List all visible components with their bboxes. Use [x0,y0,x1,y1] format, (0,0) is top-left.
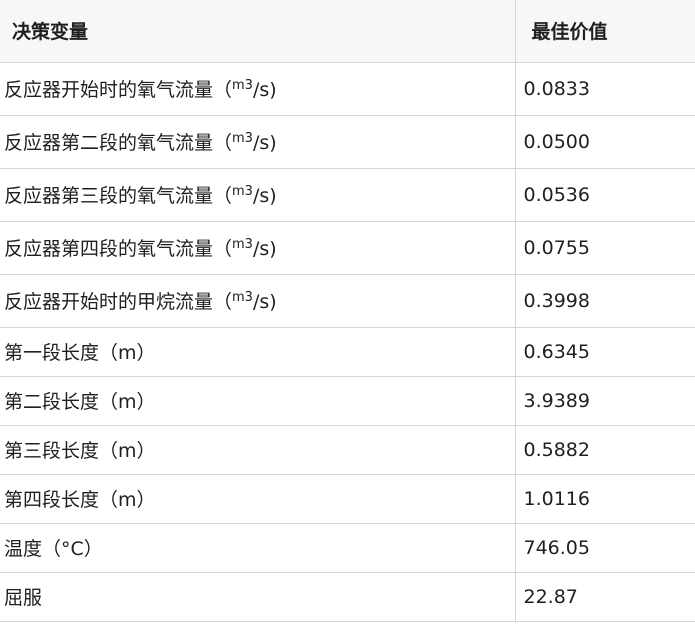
variable-label: 反应器开始时的甲烷流量（ [4,291,233,313]
variable-cell: 反应器第四段的氧气流量（m3/s) [0,221,515,275]
variable-cell: 反应器第三段的氧气流量（m3/s) [0,168,515,222]
header-row: 决策变量 最佳价值 [0,0,695,63]
unit-exponent: m3 [232,78,253,93]
variable-cell: 反应器开始时的氧气流量（m3/s) [0,62,515,116]
variable-cell: 反应器开始时的甲烷流量（m3/s) [0,274,515,328]
table-row: 温度（°C） 746.05 [0,523,695,573]
table-header: 决策变量 最佳价值 [0,0,695,63]
variable-label: 第三段长度（m） [4,440,156,462]
variable-label: 温度（°C） [4,538,103,560]
header-best-value: 最佳价值 [514,0,695,63]
value-cell: 1.0116 [514,474,695,524]
table-row: 第一段长度（m） 0.6345 [0,327,695,377]
variable-unit-suffix: /s) [252,79,277,101]
unit-exponent: m3 [232,184,253,199]
value-cell: 3.9389 [514,376,695,426]
table-row: 第四段长度（m） 1.0116 [0,474,695,524]
value-cell: 0.6345 [514,327,695,377]
variable-cell: 反应器第二段的氧气流量（m3/s) [0,115,515,169]
variable-cell: 温度（°C） [0,523,515,573]
variable-label: 反应器第四段的氧气流量（ [4,238,233,260]
table-row: 第二段长度（m） 3.9389 [0,376,695,426]
variable-cell: 第三段长度（m） [0,425,515,475]
value-cell: 746.05 [514,523,695,573]
variable-label: 屈服 [4,587,43,609]
table-row: 反应器第三段的氧气流量（m3/s) 0.0536 [0,168,695,222]
unit-exponent: m3 [232,131,253,146]
table-row: 反应器开始时的甲烷流量（m3/s) 0.3998 [0,274,695,328]
value-cell: 0.0755 [514,221,695,275]
variable-label: 第一段长度（m） [4,342,156,364]
variable-unit-suffix: /s) [252,238,277,260]
value-cell: 22.87 [514,572,695,622]
variable-cell: 第二段长度（m） [0,376,515,426]
header-decision-variable: 决策变量 [0,0,515,63]
variable-unit-suffix: /s) [252,185,277,207]
variable-label: 反应器第三段的氧气流量（ [4,185,233,207]
variable-label: 反应器第二段的氧气流量（ [4,132,233,154]
variable-label: 反应器开始时的氧气流量（ [4,79,233,101]
variable-cell: 第四段长度（m） [0,474,515,524]
value-cell: 0.0833 [514,62,695,116]
variable-label: 第二段长度（m） [4,391,156,413]
variable-label: 第四段长度（m） [4,489,156,511]
variable-unit-suffix: /s) [252,291,277,313]
value-cell: 0.5882 [514,425,695,475]
table-row: 第三段长度（m） 0.5882 [0,425,695,475]
unit-exponent: m3 [232,290,253,305]
results-table: 决策变量 最佳价值 反应器开始时的氧气流量（m3/s) 0.0833 反应器第二… [0,0,695,622]
table-row: 反应器第二段的氧气流量（m3/s) 0.0500 [0,115,695,169]
table-row: 反应器开始时的氧气流量（m3/s) 0.0833 [0,62,695,116]
table-body: 反应器开始时的氧气流量（m3/s) 0.0833 反应器第二段的氧气流量（m3/… [0,62,695,622]
table-row: 反应器第四段的氧气流量（m3/s) 0.0755 [0,221,695,275]
variable-cell: 第一段长度（m） [0,327,515,377]
unit-exponent: m3 [232,237,253,252]
variable-unit-suffix: /s) [252,132,277,154]
variable-cell: 屈服 [0,572,515,622]
value-cell: 0.0536 [514,168,695,222]
value-cell: 0.3998 [514,274,695,328]
value-cell: 0.0500 [514,115,695,169]
table-row: 屈服 22.87 [0,572,695,622]
